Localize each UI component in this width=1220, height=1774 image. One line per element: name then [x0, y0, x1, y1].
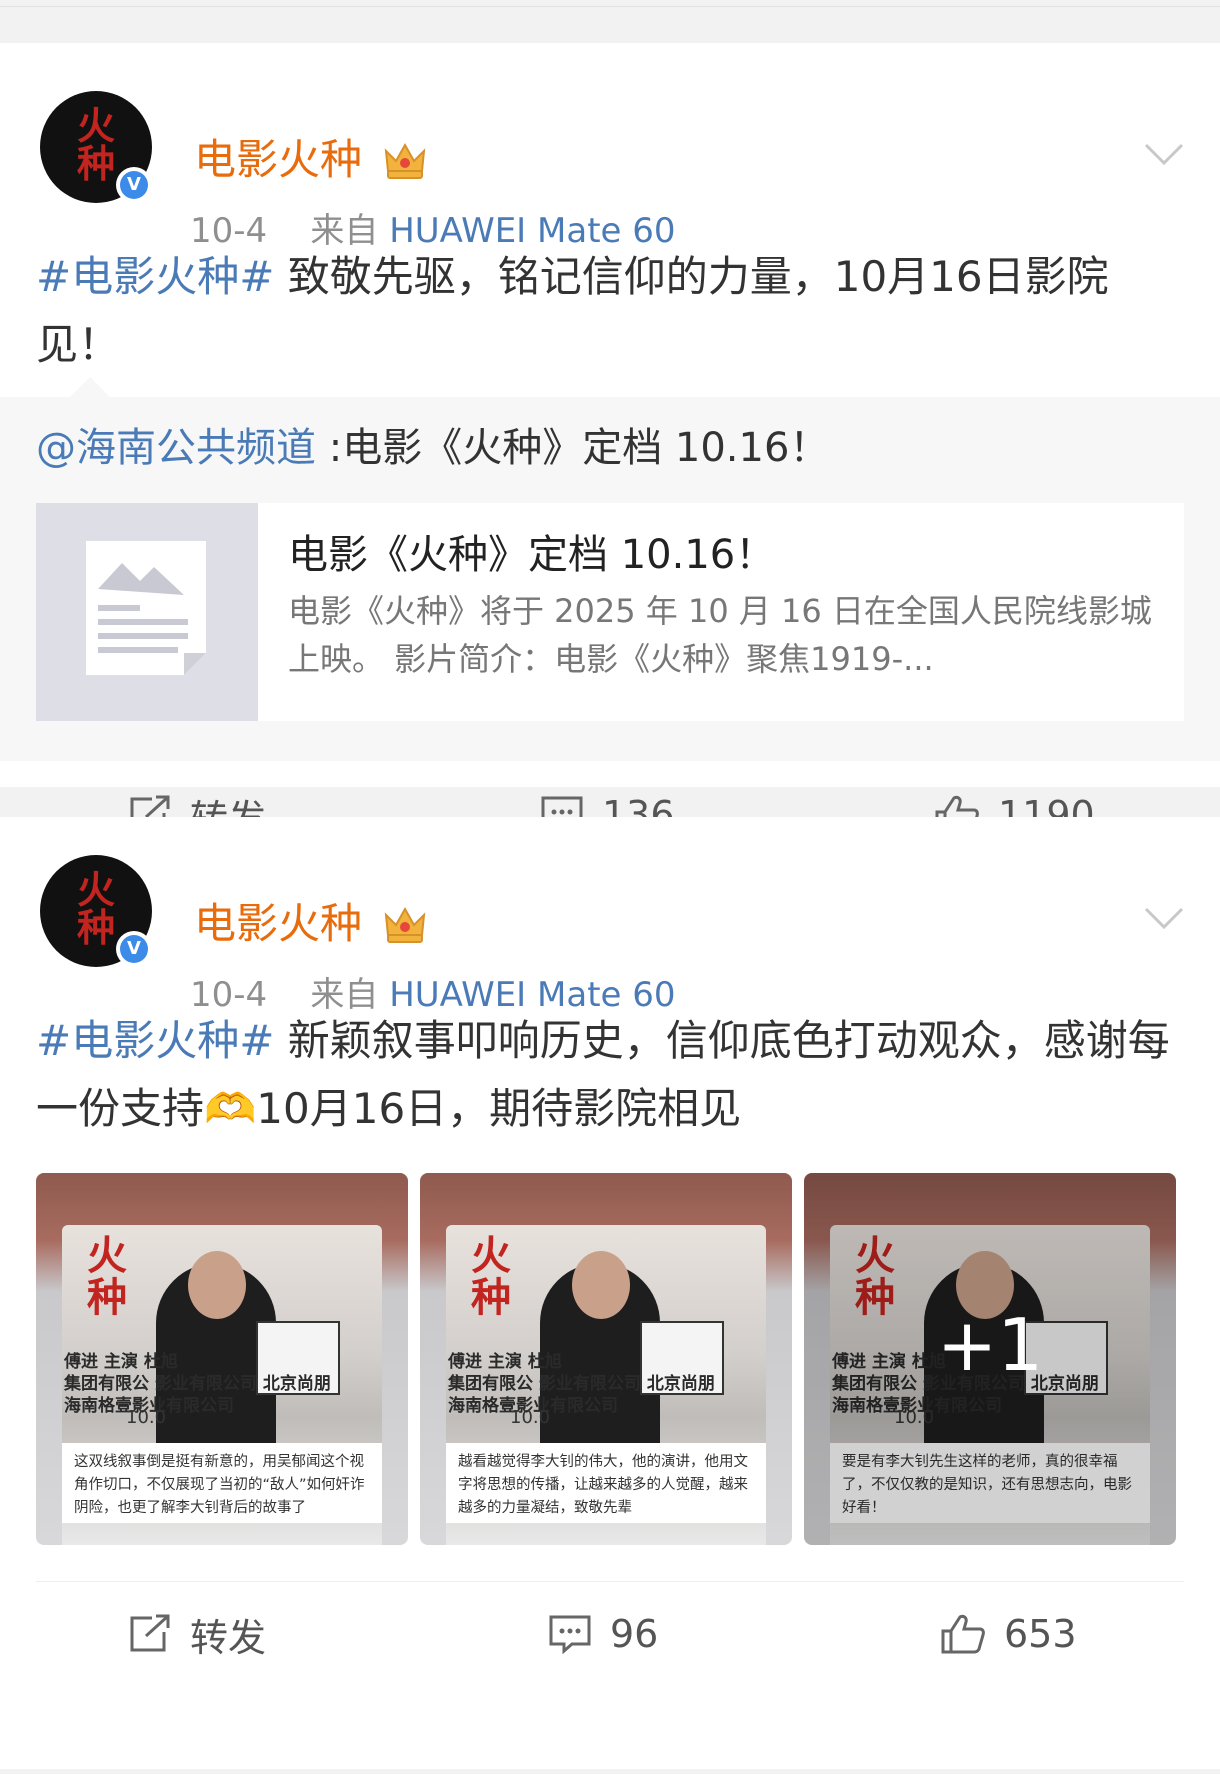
- source-prefix: 来自: [310, 211, 379, 251]
- article-title: 电影《火种》定档 10.16！: [288, 532, 776, 578]
- article-icon: [36, 503, 258, 721]
- actor-head: [188, 1251, 246, 1319]
- article-desc: 电影《火种》将于 2025 年 10 月 16 日在全国人民院线影城上映。 影片…: [288, 592, 1152, 678]
- actor-head: [572, 1251, 630, 1319]
- quoted-post[interactable]: @海南公共频道 :电影《火种》定档 10.16！ 电影《火种》定档 10.16！…: [0, 377, 1220, 761]
- quoted-body: :电影《火种》定档 10.16！: [316, 425, 830, 471]
- like-icon: [941, 1614, 985, 1654]
- post-date: 10-4: [190, 211, 268, 251]
- post-text: #电影火种# 致敬先驱，铭记信仰的力量，10月16日影院见！: [0, 243, 1220, 379]
- top-edge: [0, 0, 1220, 7]
- feed-gap: [0, 7, 1220, 43]
- more-images-badge[interactable]: +1: [804, 1173, 1176, 1545]
- chevron-down-icon[interactable]: [1144, 141, 1184, 167]
- like-count: 653: [1004, 1612, 1077, 1656]
- image-grid: 火种 傅进 主演 杜旭 集团有限公 影业有限公司 北京尚朋 海南格壹影业有限公司…: [0, 1173, 1220, 1545]
- chevron-down-icon[interactable]: [1144, 905, 1184, 931]
- device-link[interactable]: HUAWEI Mate 60: [389, 211, 675, 251]
- post-header: 火种 V 电影火种 10-4 来自 HUAWEI Mate 60: [0, 43, 1220, 251]
- comment-count: 96: [610, 1612, 659, 1656]
- repost-icon: [130, 1614, 170, 1652]
- poster-credits: 傅进 主演 杜旭 集团有限公 影业有限公司 北京尚朋 海南格壹影业有限公司: [64, 1352, 331, 1416]
- mention-link[interactable]: @海南公共频道: [36, 425, 316, 471]
- post-image[interactable]: 火种 傅进 主演 杜旭 集团有限公 影业有限公司 北京尚朋 海南格壹影业有限公司…: [36, 1173, 408, 1545]
- hashtag-link[interactable]: #电影火种#: [36, 252, 274, 301]
- poster-score: 10.0: [510, 1407, 551, 1428]
- review-caption: 这双线叙事倒是挺有新意的，用吴郁闻这个视角作切口，不仅展现了当初的“敌人”如何奸…: [62, 1443, 382, 1523]
- post-header: 火种 V 电影火种 10-4 来自 HUAWEI Mate 60: [0, 817, 1220, 1017]
- comment-icon: [549, 1615, 591, 1654]
- poster-credits: 傅进 主演 杜旭 集团有限公 影业有限公司 北京尚朋 海南格壹影业有限公司: [448, 1352, 715, 1416]
- comment-button[interactable]: 96: [548, 1582, 658, 1686]
- crown-icon: [384, 906, 426, 943]
- article-card[interactable]: 电影《火种》定档 10.16！ 电影《火种》将于 2025 年 10 月 16 …: [36, 503, 1184, 721]
- hashtag-link[interactable]: #电影火种#: [36, 1016, 274, 1065]
- repost-button[interactable]: 转发: [128, 1582, 266, 1686]
- device-link[interactable]: HUAWEI Mate 60: [389, 975, 675, 1015]
- repost-label: 转发: [190, 1615, 267, 1660]
- like-button[interactable]: 653: [940, 1582, 1077, 1686]
- post-image[interactable]: 火种 傅进 主演 杜旭 集团有限公 影业有限公司 北京尚朋 海南格壹影业有限公司…: [804, 1173, 1176, 1545]
- post-date: 10-4: [190, 975, 268, 1015]
- source-prefix: 来自: [310, 975, 379, 1015]
- feed-post: 火种 V 电影火种 10-4 来自 HUAWEI Mate 60 #电影火种# …: [0, 43, 1220, 841]
- action-bar: 转发 96 653: [0, 1582, 1220, 1686]
- post-image[interactable]: 火种 傅进 主演 杜旭 集团有限公 影业有限公司 北京尚朋 海南格壹影业有限公司…: [420, 1173, 792, 1545]
- author-name[interactable]: 电影火种: [194, 135, 362, 185]
- verified-icon: V: [116, 931, 152, 967]
- verified-icon: V: [116, 167, 152, 203]
- poster-score: 10.0: [126, 1407, 167, 1428]
- crown-icon: [384, 142, 426, 179]
- feed-post: 火种 V 电影火种 10-4 来自 HUAWEI Mate 60 #电影火种# …: [0, 817, 1220, 1769]
- poster-title: 火种: [87, 1232, 127, 1321]
- author-name[interactable]: 电影火种: [194, 899, 362, 949]
- quote-notch: [70, 377, 110, 397]
- post-text: #电影火种# 新颖叙事叩响历史，信仰底色打动观众，感谢每一份支持🫶10月16日，…: [0, 1007, 1220, 1143]
- poster-title: 火种: [471, 1232, 511, 1321]
- post-meta: 10-4 来自 HUAWEI Mate 60: [190, 211, 676, 251]
- review-caption: 越看越觉得李大钊的伟大，他的演讲，他用文字将思想的传播，让越来越多的人觉醒，越来…: [446, 1443, 766, 1523]
- article-info: 电影《火种》定档 10.16！ 电影《火种》将于 2025 年 10 月 16 …: [258, 503, 1168, 721]
- post-meta: 10-4 来自 HUAWEI Mate 60: [190, 975, 676, 1015]
- quoted-text: @海南公共频道 :电影《火种》定档 10.16！: [36, 421, 1184, 475]
